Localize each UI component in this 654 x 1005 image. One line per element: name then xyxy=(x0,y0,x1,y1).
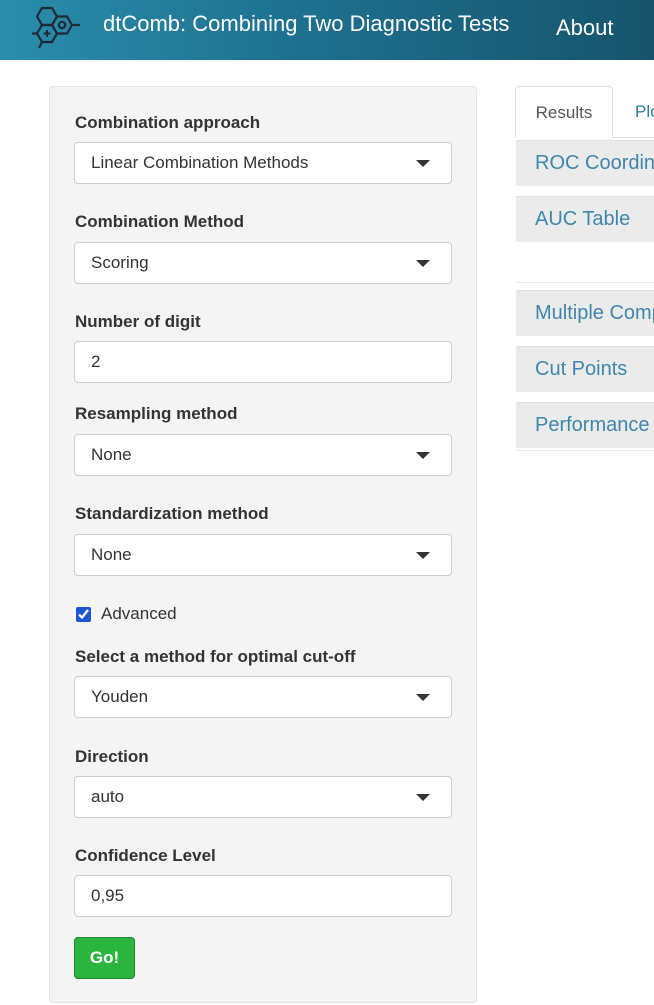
panel-divider xyxy=(516,282,654,283)
advanced-checkbox-row[interactable]: Advanced xyxy=(75,603,177,625)
standardization-method-label: Standardization method xyxy=(75,504,269,523)
molecule-logo-icon[interactable] xyxy=(30,4,86,54)
tab-plots[interactable]: Plo xyxy=(635,86,654,138)
resampling-method-value: None xyxy=(91,445,132,464)
cutoff-method-value: Youden xyxy=(91,687,149,706)
navbar: dtComb: Combining Two Diagnostic Tests A… xyxy=(0,0,654,60)
direction-label: Direction xyxy=(75,747,149,766)
combination-method-label: Combination Method xyxy=(75,212,245,231)
go-button[interactable]: Go! xyxy=(74,937,135,979)
combination-approach-label: Combination approach xyxy=(75,113,261,132)
direction-value: auto xyxy=(91,787,125,806)
panel-divider xyxy=(516,450,654,451)
direction-select[interactable]: auto xyxy=(74,776,452,818)
confidence-level-value: 0,95 xyxy=(91,886,125,905)
panel-auc-table[interactable]: AUC Table xyxy=(516,196,654,242)
panel-multiple-comparisons[interactable]: Multiple Comp xyxy=(516,290,654,336)
advanced-label: Advanced xyxy=(101,604,177,623)
combination-approach-select[interactable]: Linear Combination Methods xyxy=(74,142,452,184)
nav-about-link[interactable]: About xyxy=(556,15,614,41)
chevron-down-icon xyxy=(416,260,430,267)
combination-method-select[interactable]: Scoring xyxy=(74,242,452,284)
resampling-method-label: Resampling method xyxy=(75,404,238,423)
cutoff-method-select[interactable]: Youden xyxy=(74,676,452,718)
standardization-method-select[interactable]: None xyxy=(74,534,452,576)
panel-cut-points[interactable]: Cut Points xyxy=(516,346,654,392)
number-of-digit-input[interactable]: 2 xyxy=(74,341,452,383)
cutoff-method-label: Select a method for optimal cut-off xyxy=(75,647,356,666)
combination-method-value: Scoring xyxy=(91,253,149,272)
number-of-digit-label: Number of digit xyxy=(75,312,201,331)
panel-performance[interactable]: Performance xyxy=(516,402,654,448)
advanced-checkbox[interactable] xyxy=(76,606,91,622)
confidence-level-input[interactable]: 0,95 xyxy=(74,875,452,917)
chevron-down-icon xyxy=(416,694,430,701)
number-of-digit-value: 2 xyxy=(91,352,101,371)
app-title[interactable]: dtComb: Combining Two Diagnostic Tests xyxy=(103,11,509,37)
tab-results[interactable]: Results xyxy=(515,86,613,138)
chevron-down-icon xyxy=(416,552,430,559)
chevron-down-icon xyxy=(416,160,430,167)
standardization-method-value: None xyxy=(91,545,132,564)
resampling-method-select[interactable]: None xyxy=(74,434,452,476)
chevron-down-icon xyxy=(416,794,430,801)
combination-approach-value: Linear Combination Methods xyxy=(91,153,309,172)
chevron-down-icon xyxy=(416,452,430,459)
confidence-level-label: Confidence Level xyxy=(75,846,216,865)
panel-roc-coordinates[interactable]: ROC Coordin xyxy=(516,140,654,186)
